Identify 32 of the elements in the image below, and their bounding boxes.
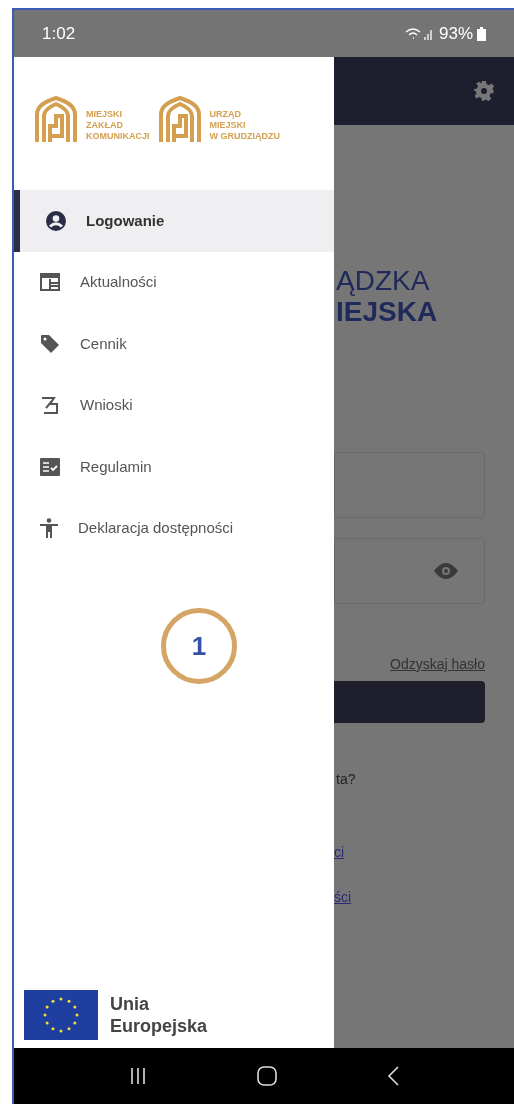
drawer-item[interactable]: Cennik bbox=[14, 313, 334, 375]
password-field[interactable] bbox=[334, 538, 485, 604]
flag-icon bbox=[24, 990, 98, 1040]
home-icon[interactable] bbox=[257, 1066, 277, 1086]
brand-title-line: ĄDZKA bbox=[336, 265, 431, 296]
arch-logo-icon bbox=[34, 95, 78, 142]
accessibility-icon bbox=[40, 518, 58, 539]
drawer-item[interactable]: Logowanie bbox=[14, 190, 334, 252]
battery-icon bbox=[477, 26, 486, 41]
drawer-item[interactable]: Deklaracja dostępności bbox=[14, 497, 334, 559]
checklist-icon bbox=[40, 457, 60, 476]
drawer-item[interactable]: Aktualności bbox=[14, 251, 334, 313]
logo-text: URZĄD MIEJSKI W GRUDZIĄDZU bbox=[209, 108, 280, 142]
back-icon[interactable] bbox=[387, 1066, 399, 1086]
settings-icon[interactable] bbox=[474, 81, 494, 101]
input-field[interactable] bbox=[334, 452, 485, 518]
drawer-item[interactable]: Wnioski bbox=[14, 374, 334, 436]
eu-label: Unia Europejska bbox=[110, 993, 208, 1037]
newspaper-icon bbox=[40, 273, 60, 292]
brand-title-line: IEJSKA bbox=[336, 296, 439, 327]
arch-logo-icon bbox=[157, 95, 202, 142]
tag-icon bbox=[40, 333, 60, 354]
drawer-item[interactable]: Regulamin bbox=[14, 436, 334, 498]
battery-percent: 93% bbox=[438, 22, 473, 45]
logo-text: MIEJSKI ZAKŁAD KOMUNIKACJI bbox=[86, 108, 150, 142]
recent-apps-icon[interactable] bbox=[129, 1067, 147, 1085]
status-time: 1:02 bbox=[42, 22, 76, 45]
signal-icon bbox=[404, 26, 435, 41]
account-icon bbox=[46, 210, 66, 231]
annotation-marker: 1 bbox=[161, 608, 237, 684]
eye-icon[interactable] bbox=[434, 563, 458, 579]
question-text: ta? bbox=[335, 770, 357, 789]
